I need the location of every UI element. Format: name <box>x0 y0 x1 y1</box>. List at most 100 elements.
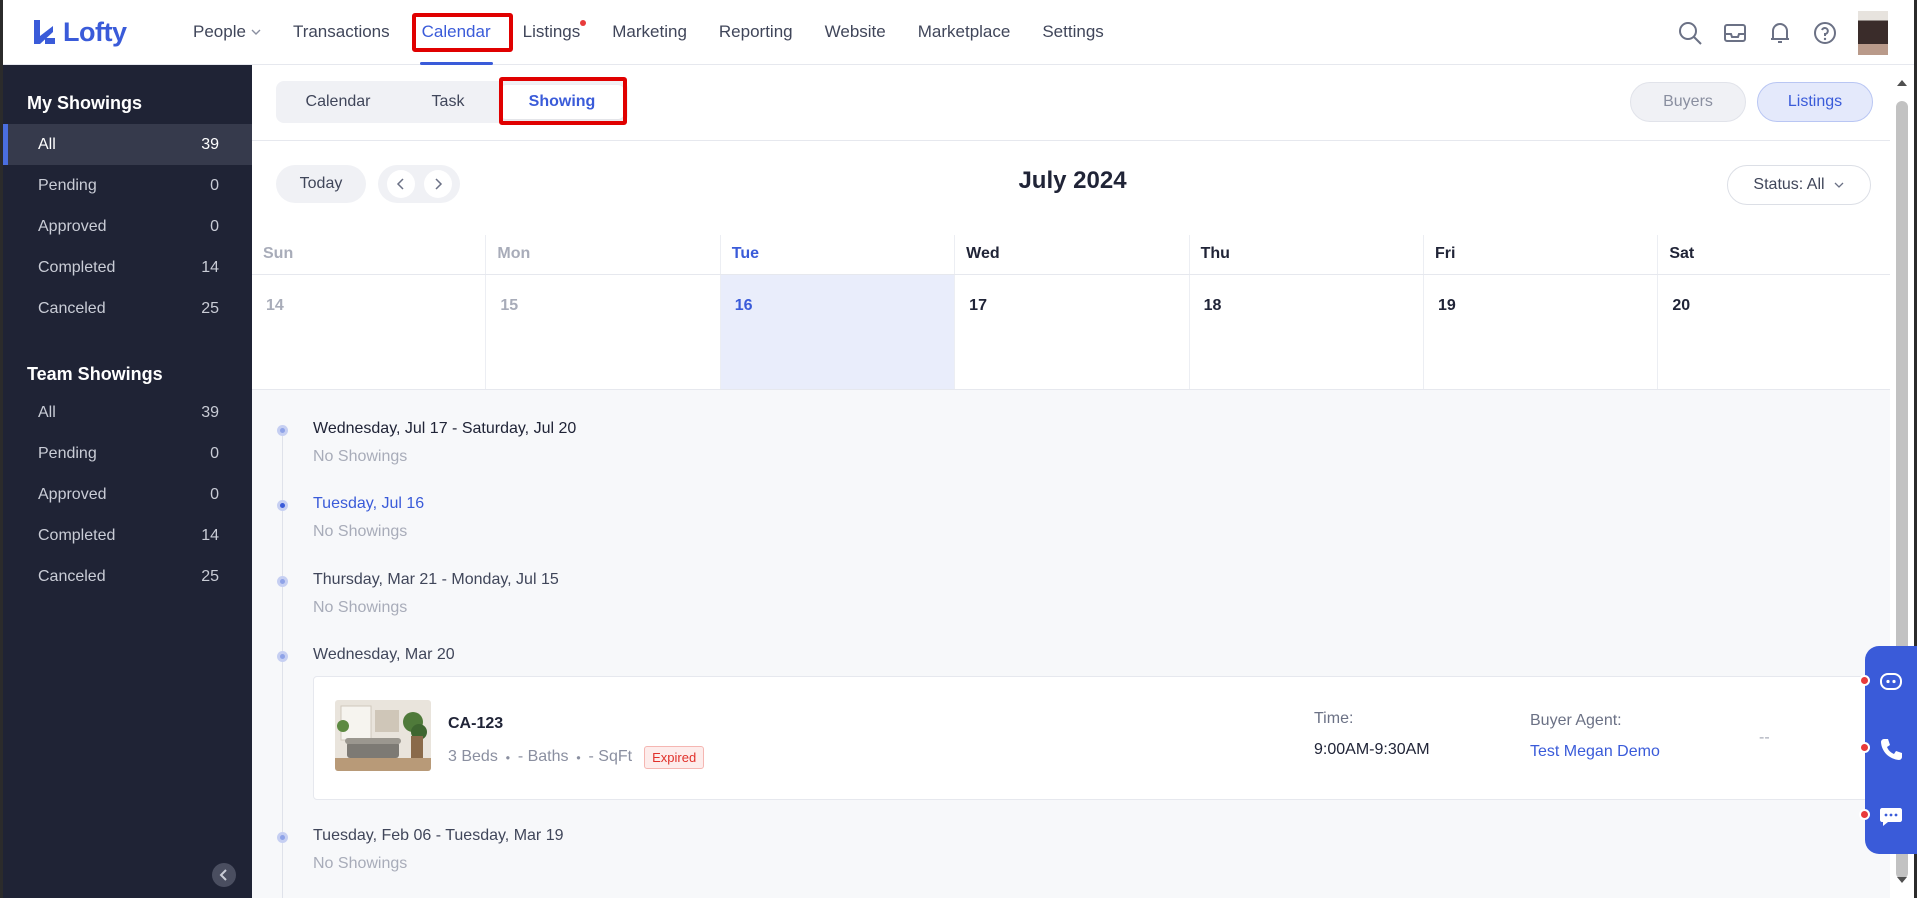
chevron-left-icon <box>219 869 227 881</box>
nav-item-transactions[interactable]: Transactions <box>277 0 406 65</box>
help-icon[interactable] <box>1812 20 1838 46</box>
listing-photo <box>335 700 431 771</box>
sidebar-item-count: 0 <box>210 444 219 462</box>
day-cell[interactable]: 14 <box>252 275 487 389</box>
sidebar-item-count: 25 <box>201 299 219 317</box>
nav-label: Reporting <box>718 22 793 41</box>
sidebar-item-my-all[interactable]: All 39 <box>3 124 252 165</box>
sidebar-item-count: 14 <box>201 258 219 276</box>
agenda-date-range: Thursday, Mar 21 - Monday, Jul 15 <box>313 571 559 588</box>
day-cell[interactable]: 17 <box>955 275 1190 389</box>
status-filter-label: Status: All <box>1753 176 1825 193</box>
timeline-dot <box>277 651 288 662</box>
meta-separator: ・ <box>499 751 516 768</box>
sidebar-item-label: Canceled <box>38 299 106 317</box>
inbox-icon[interactable] <box>1722 20 1748 46</box>
showing-title: CA-123 <box>448 715 504 732</box>
timeline-dot <box>277 500 288 511</box>
sidebar-item-count: 39 <box>201 135 219 153</box>
buyers-button[interactable]: Buyers <box>1630 82 1746 122</box>
notification-dot <box>1859 675 1870 686</box>
avatar[interactable] <box>1858 10 1888 55</box>
card-extra: -- <box>1759 729 1770 746</box>
agenda-date-range: Wednesday, Jul 17 - Saturday, Jul 20 <box>313 420 577 437</box>
time-label: Time: <box>1314 710 1354 727</box>
bell-icon[interactable] <box>1767 20 1793 46</box>
weekday-label: Fri <box>1424 235 1659 274</box>
scroll-down-icon[interactable] <box>1896 876 1908 884</box>
baths: - Baths <box>517 748 569 765</box>
sidebar-item-team-pending[interactable]: Pending 0 <box>3 433 252 474</box>
sidebar-item-count: 25 <box>201 567 219 585</box>
weekday-label: Sat <box>1658 235 1893 274</box>
nav-item-marketing[interactable]: Marketing <box>596 0 703 65</box>
nav-item-marketplace[interactable]: Marketplace <box>902 0 1027 65</box>
status-badge: Expired <box>644 745 705 769</box>
nav-item-settings[interactable]: Settings <box>1026 0 1119 65</box>
agenda-empty-text: No Showings <box>313 523 408 540</box>
nav-label: Marketplace <box>917 22 1011 41</box>
sidebar-item-label: Completed <box>38 258 116 276</box>
lofty-logo-icon <box>34 20 55 44</box>
sidebar-item-team-canceled[interactable]: Canceled 25 <box>3 556 252 597</box>
tab-bar: Calendar Task Showing Buyers Listings <box>252 65 1893 141</box>
day-cell-today[interactable]: 16 <box>720 275 956 389</box>
sidebar-item-count: 14 <box>201 526 219 544</box>
sidebar-item-my-canceled[interactable]: Canceled 25 <box>3 288 252 329</box>
meta-separator: ・ <box>570 751 587 768</box>
day-cell[interactable]: 20 <box>1658 275 1893 389</box>
phone-icon[interactable] <box>1878 736 1904 762</box>
tab-calendar[interactable]: Calendar <box>280 85 396 119</box>
weekday-label: Mon <box>486 235 721 274</box>
sidebar-item-my-pending[interactable]: Pending 0 <box>3 165 252 206</box>
sidebar-collapse-button[interactable] <box>212 863 236 887</box>
agenda-empty-text: No Showings <box>313 855 408 872</box>
search-icon[interactable] <box>1677 20 1703 46</box>
nav-item-listings[interactable]: Listings <box>507 0 597 65</box>
showing-card[interactable]: CA-123 3 Beds ・ - Baths ・ - SqFt Expired… <box>313 676 1868 800</box>
nav-item-website[interactable]: Website <box>809 0 902 65</box>
nav-item-calendar[interactable]: Calendar <box>406 0 507 65</box>
tab-showing[interactable]: Showing <box>500 85 624 119</box>
logo[interactable]: Lofty <box>31 17 151 48</box>
day-cell[interactable]: 15 <box>486 275 721 389</box>
agenda-list: Wednesday, Jul 17 - Saturday, Jul 20 No … <box>252 390 1893 898</box>
month-title: July 2024 <box>1018 167 1127 194</box>
beds: 3 Beds <box>448 748 498 765</box>
team-showings-title: Team Showings <box>27 363 163 384</box>
sidebar-item-label: All <box>38 135 56 153</box>
nav-items: People Transactions Calendar Listings Ma… <box>177 0 1120 65</box>
agenda-empty-text: No Showings <box>313 599 408 616</box>
weekday-label: Wed <box>955 235 1190 274</box>
sidebar-item-label: Canceled <box>38 567 106 585</box>
day-cell[interactable]: 18 <box>1190 275 1424 389</box>
timeline-dot <box>277 832 288 843</box>
sidebar-item-team-completed[interactable]: Completed 14 <box>3 515 252 556</box>
chat-bot-icon[interactable] <box>1878 669 1904 695</box>
weekday-label: Tue <box>721 235 956 274</box>
sidebar-item-my-completed[interactable]: Completed 14 <box>3 247 252 288</box>
sidebar-item-label: Pending <box>38 176 97 194</box>
nav-item-people[interactable]: People <box>177 0 277 65</box>
notification-dot <box>580 19 587 26</box>
sidebar-item-team-all[interactable]: All 39 <box>3 392 252 433</box>
agenda-date-range: Tuesday, Jul 16 <box>313 495 425 512</box>
sidebar-item-my-approved[interactable]: Approved 0 <box>3 206 252 247</box>
scroll-up-icon[interactable] <box>1896 79 1908 87</box>
tab-task[interactable]: Task <box>396 85 500 119</box>
message-icon[interactable] <box>1878 803 1904 829</box>
day-cell[interactable]: 19 <box>1424 275 1659 389</box>
weekday-label: Sun <box>252 235 487 274</box>
nav-item-reporting[interactable]: Reporting <box>703 0 809 65</box>
nav-label: Transactions <box>292 22 390 41</box>
listings-button[interactable]: Listings <box>1757 82 1873 122</box>
agenda-date-range: Wednesday, Mar 20 <box>313 646 455 663</box>
my-showings-title: My Showings <box>27 92 143 113</box>
nav-label: Calendar <box>421 22 491 41</box>
room-photo-icon <box>335 700 431 771</box>
sidebar-item-label: Approved <box>38 217 107 235</box>
buyer-agent-link[interactable]: Test Megan Demo <box>1530 743 1660 761</box>
nav-label: People <box>193 22 246 41</box>
status-filter[interactable]: Status: All <box>1727 165 1871 205</box>
sidebar-item-team-approved[interactable]: Approved 0 <box>3 474 252 515</box>
